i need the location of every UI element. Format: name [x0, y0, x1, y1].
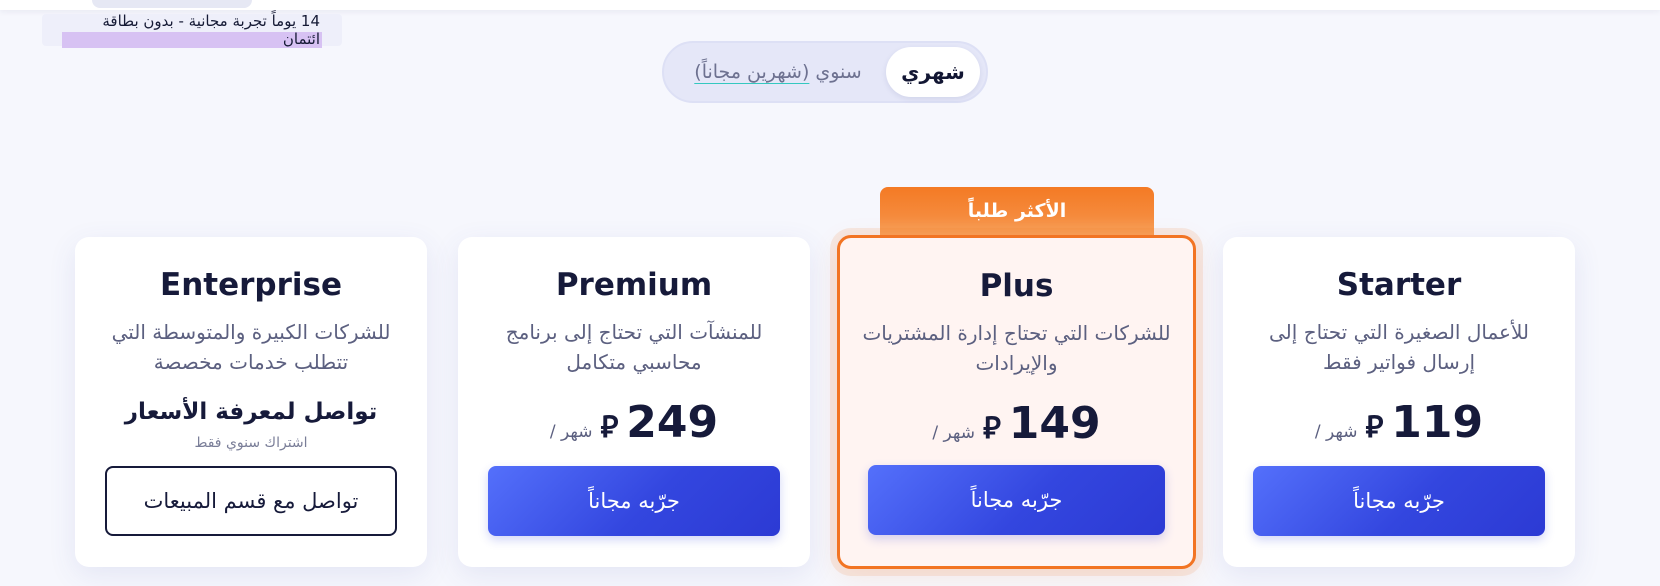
contact-sales-button[interactable]: تواصل مع قسم المبيعات — [105, 466, 397, 536]
plan-description: للأعمال الصغيرة التي تحتاج إلى إرسال فوا… — [1269, 320, 1529, 374]
per-month-label: / شهر — [932, 423, 975, 443]
price-row: / شهر ⃁ 249 — [458, 397, 810, 448]
price-amount: 119 — [1391, 397, 1484, 448]
plan-card-premium: Premium للمنشآت التي تحتاج إلى برنامج مح… — [458, 237, 810, 567]
plan-card-enterprise: Enterprise للشركات الكبيرة والمتوسطة الت… — [75, 237, 427, 567]
plan-name: Starter — [1336, 267, 1462, 303]
toggle-annual-option[interactable]: سنوي (شهرين مجاناً) — [670, 47, 886, 97]
plan-card-plus: Plus للشركات التي تحتاج إدارة المشتريات … — [837, 235, 1196, 569]
riyal-icon: ⃁ — [1365, 410, 1384, 445]
plan-description: للشركات الكبيرة والمتوسطة التي تتطلب خدم… — [111, 320, 391, 374]
billing-period-toggle: شهري سنوي (شهرين مجاناً) — [662, 41, 988, 103]
price-amount: 249 — [626, 397, 719, 448]
price-row: / شهر ⃁ 149 — [840, 398, 1193, 449]
plan-description: للمنشآت التي تحتاج إلى برنامج محاسبي متك… — [505, 320, 763, 374]
riyal-icon: ⃁ — [600, 410, 619, 445]
try-free-button-starter[interactable]: جرّبه مجاناً — [1253, 466, 1545, 536]
per-month-label: / شهر — [549, 422, 593, 442]
toggle-annual-label: سنوي — [815, 61, 862, 83]
plan-name: Plus — [979, 268, 1054, 304]
most-popular-badge: الأكثر طلباً — [880, 187, 1154, 235]
riyal-icon: ⃁ — [982, 411, 1001, 446]
try-free-button-premium[interactable]: جرّبه مجاناً — [488, 466, 780, 536]
price-row: / شهر ⃁ 119 — [1223, 397, 1575, 448]
toggle-annual-free-note: (شهرين مجاناً) — [694, 61, 810, 83]
header-tab-edge — [92, 0, 252, 8]
trial-note: 14 يوماً تجربة مجانية - بدون بطاقة ائتما… — [42, 12, 342, 48]
trial-note-text: 14 يوماً تجربة مجانية - بدون بطاقة ائتما… — [62, 12, 322, 48]
plan-name: Premium — [555, 267, 713, 303]
pricing-page: 14 يوماً تجربة مجانية - بدون بطاقة ائتما… — [0, 0, 1660, 586]
plan-name: Enterprise — [160, 267, 342, 303]
per-month-label: / شهر — [1314, 422, 1358, 442]
plan-card-starter: Starter للأعمال الصغيرة التي تحتاج إلى إ… — [1223, 237, 1575, 567]
annual-only-note: اشتراك سنوي فقط — [194, 435, 308, 451]
price-amount: 149 — [1008, 398, 1101, 449]
contact-for-pricing: تواصل لمعرفة الأسعار — [124, 399, 378, 425]
toggle-monthly-option[interactable]: شهري — [886, 47, 980, 97]
try-free-button-plus[interactable]: جرّبه مجاناً — [868, 465, 1165, 535]
plan-description: للشركات التي تحتاج إدارة المشتريات والإي… — [862, 321, 1171, 375]
